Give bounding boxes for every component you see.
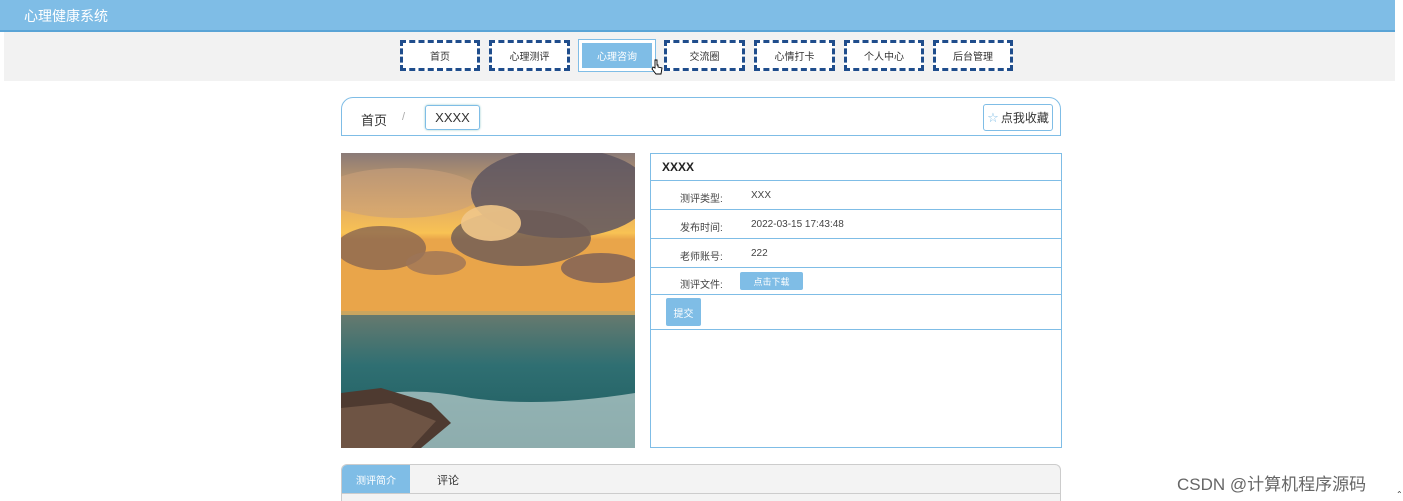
submit-row: 提交 <box>651 295 1061 330</box>
star-icon: ☆ <box>987 109 999 125</box>
breadcrumb-current: XXXX <box>425 105 480 130</box>
top-header-bar: 心理健康系统 <box>0 0 1395 32</box>
favorite-label: 点我收藏 <box>1000 111 1049 125</box>
field-row: 发布时间: 2022-03-15 17:43:48 <box>651 210 1061 239</box>
field-row: 测评类型: XXX <box>651 181 1061 210</box>
nav-item-assessment[interactable]: 心理测评 <box>489 40 570 71</box>
caret-up-icon: ⌃ <box>1396 490 1403 499</box>
field-value: XXX <box>751 190 772 201</box>
tab-comments[interactable]: 评论 <box>422 465 474 494</box>
detail-title: XXXX <box>651 154 1061 181</box>
submit-button[interactable]: 提交 <box>666 298 701 326</box>
nav-item-mood-checkin[interactable]: 心情打卡 <box>754 40 835 71</box>
detail-panel: XXXX 测评类型: XXX 发布时间: 2022-03-15 17:43:48… <box>650 153 1062 448</box>
nav-item-admin[interactable]: 后台管理 <box>933 40 1013 71</box>
file-label: 测评文件: <box>680 280 723 291</box>
field-row: 老师账号: 222 <box>651 239 1061 268</box>
field-label: 老师账号: <box>680 252 723 263</box>
main-nav: 首页 心理测评 心理咨询 交流圈 心情打卡 个人中心 后台管理 <box>400 39 1013 72</box>
tab-assessment-intro[interactable]: 测评简介 <box>342 465 410 494</box>
breadcrumb-separator: / <box>402 111 406 123</box>
field-value: 2022-03-15 17:43:48 <box>751 219 844 230</box>
nav-item-home[interactable]: 首页 <box>400 40 480 71</box>
favorite-button[interactable]: ☆ 点我收藏 <box>983 104 1053 131</box>
watermark: CSDN @计算机程序源码 <box>1177 475 1367 494</box>
hand-cursor-icon <box>651 59 663 75</box>
breadcrumb: 首页 / XXXX ☆ 点我收藏 <box>341 97 1061 136</box>
nav-item-personal-center[interactable]: 个人中心 <box>844 40 924 71</box>
field-label: 测评类型: <box>680 194 723 205</box>
breadcrumb-home-link[interactable]: 首页 <box>361 110 387 129</box>
file-row: 测评文件: 点击下载 <box>651 268 1061 295</box>
tab-divider <box>341 493 1061 494</box>
nav-item-consultation[interactable]: 心理咨询 <box>578 39 656 72</box>
nav-item-community[interactable]: 交流圈 <box>664 40 745 71</box>
download-button[interactable]: 点击下载 <box>740 272 803 290</box>
cover-image <box>341 153 635 448</box>
tab-bar: 测评简介 评论 <box>341 464 1061 501</box>
app-title: 心理健康系统 <box>24 8 108 24</box>
field-value: 222 <box>751 248 768 259</box>
field-label: 发布时间: <box>680 223 723 234</box>
